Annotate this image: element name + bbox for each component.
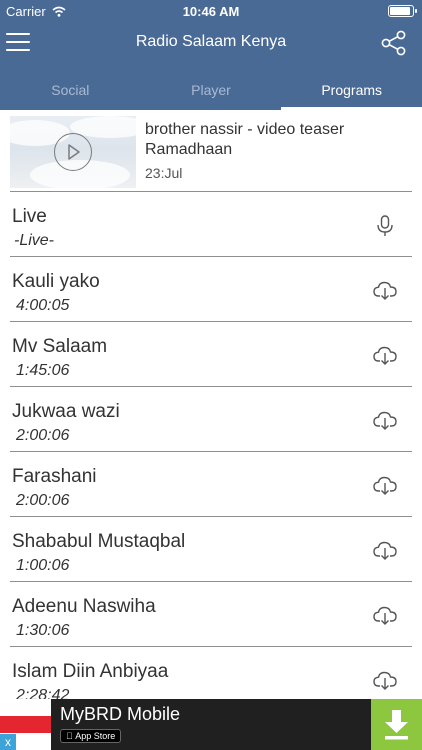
cloud-download-icon[interactable] bbox=[372, 603, 398, 629]
status-time: 10:46 AM bbox=[182, 4, 240, 19]
battery-icon bbox=[388, 5, 417, 17]
nav-bar: Radio Salaam Kenya bbox=[0, 22, 422, 66]
program-title: Jukwaa wazi bbox=[12, 401, 120, 422]
featured-title: brother nassir - video teaser Ramadhaan bbox=[145, 121, 345, 158]
program-duration: 1:00:06 bbox=[16, 557, 70, 574]
programs-list: Live -Live- Kauli yako 4:00:05 Mv Salaam… bbox=[0, 192, 422, 712]
program-title: Farashani bbox=[12, 466, 97, 487]
app-header: Carrier 10:46 AM Radio Salaam Kenya Soci… bbox=[0, 0, 422, 110]
tab-bar: Social Player Programs bbox=[0, 70, 422, 110]
app-store-badge:  App Store bbox=[60, 729, 122, 743]
featured-date: 23:Jul bbox=[145, 165, 183, 181]
program-title: Adeenu Naswiha bbox=[12, 596, 156, 617]
microphone-icon[interactable] bbox=[372, 213, 398, 239]
program-title: Mv Salaam bbox=[12, 336, 108, 357]
tab-player[interactable]: Player bbox=[141, 70, 282, 110]
program-title: Islam Diin Anbiyaa bbox=[12, 661, 169, 682]
cloud-download-icon[interactable] bbox=[372, 538, 398, 564]
share-icon[interactable] bbox=[380, 29, 408, 57]
featured-video[interactable]: brother nassir - video teaser Ramadhaan … bbox=[0, 110, 422, 192]
download-icon bbox=[385, 710, 408, 740]
list-item[interactable]: Mv Salaam 1:45:06 bbox=[0, 322, 422, 387]
list-item[interactable]: Adeenu Naswiha 1:30:06 bbox=[0, 582, 422, 647]
cloud-download-icon[interactable] bbox=[372, 473, 398, 499]
play-icon[interactable] bbox=[54, 133, 92, 171]
list-item-live[interactable]: Live -Live- bbox=[0, 192, 422, 257]
program-duration: 4:00:05 bbox=[16, 297, 70, 314]
program-title: Shababul Mustaqbal bbox=[12, 531, 186, 552]
ad-banner[interactable]: x MyBRD Mobile  App Store bbox=[0, 699, 422, 750]
list-item[interactable]: Farashani 2:00:06 bbox=[0, 452, 422, 517]
cloud-download-icon[interactable] bbox=[372, 668, 398, 694]
ad-close-icon[interactable]: x bbox=[0, 734, 16, 750]
program-subtitle: -Live- bbox=[14, 232, 55, 249]
ad-title: MyBRD Mobile bbox=[60, 704, 181, 724]
program-duration: 2:00:06 bbox=[16, 492, 70, 509]
program-title: Kauli yako bbox=[12, 271, 100, 292]
list-item[interactable]: Kauli yako 4:00:05 bbox=[0, 257, 422, 322]
tab-programs[interactable]: Programs bbox=[281, 70, 422, 110]
list-item[interactable]: Jukwaa wazi 2:00:06 bbox=[0, 387, 422, 452]
program-title: Live bbox=[12, 206, 47, 227]
program-duration: 1:45:06 bbox=[16, 362, 70, 379]
tab-social[interactable]: Social bbox=[0, 70, 141, 110]
cloud-download-icon[interactable] bbox=[372, 278, 398, 304]
page-title: Radio Salaam Kenya bbox=[135, 33, 287, 50]
cloud-download-icon[interactable] bbox=[372, 408, 398, 434]
status-bar: Carrier 10:46 AM bbox=[0, 0, 422, 22]
list-item[interactable]: Shababul Mustaqbal 1:00:06 bbox=[0, 517, 422, 582]
cloud-download-icon[interactable] bbox=[372, 343, 398, 369]
video-thumbnail[interactable] bbox=[10, 116, 136, 188]
program-duration: 2:00:06 bbox=[16, 427, 70, 444]
program-duration: 1:30:06 bbox=[16, 622, 70, 639]
ad-download-button[interactable] bbox=[371, 699, 422, 750]
